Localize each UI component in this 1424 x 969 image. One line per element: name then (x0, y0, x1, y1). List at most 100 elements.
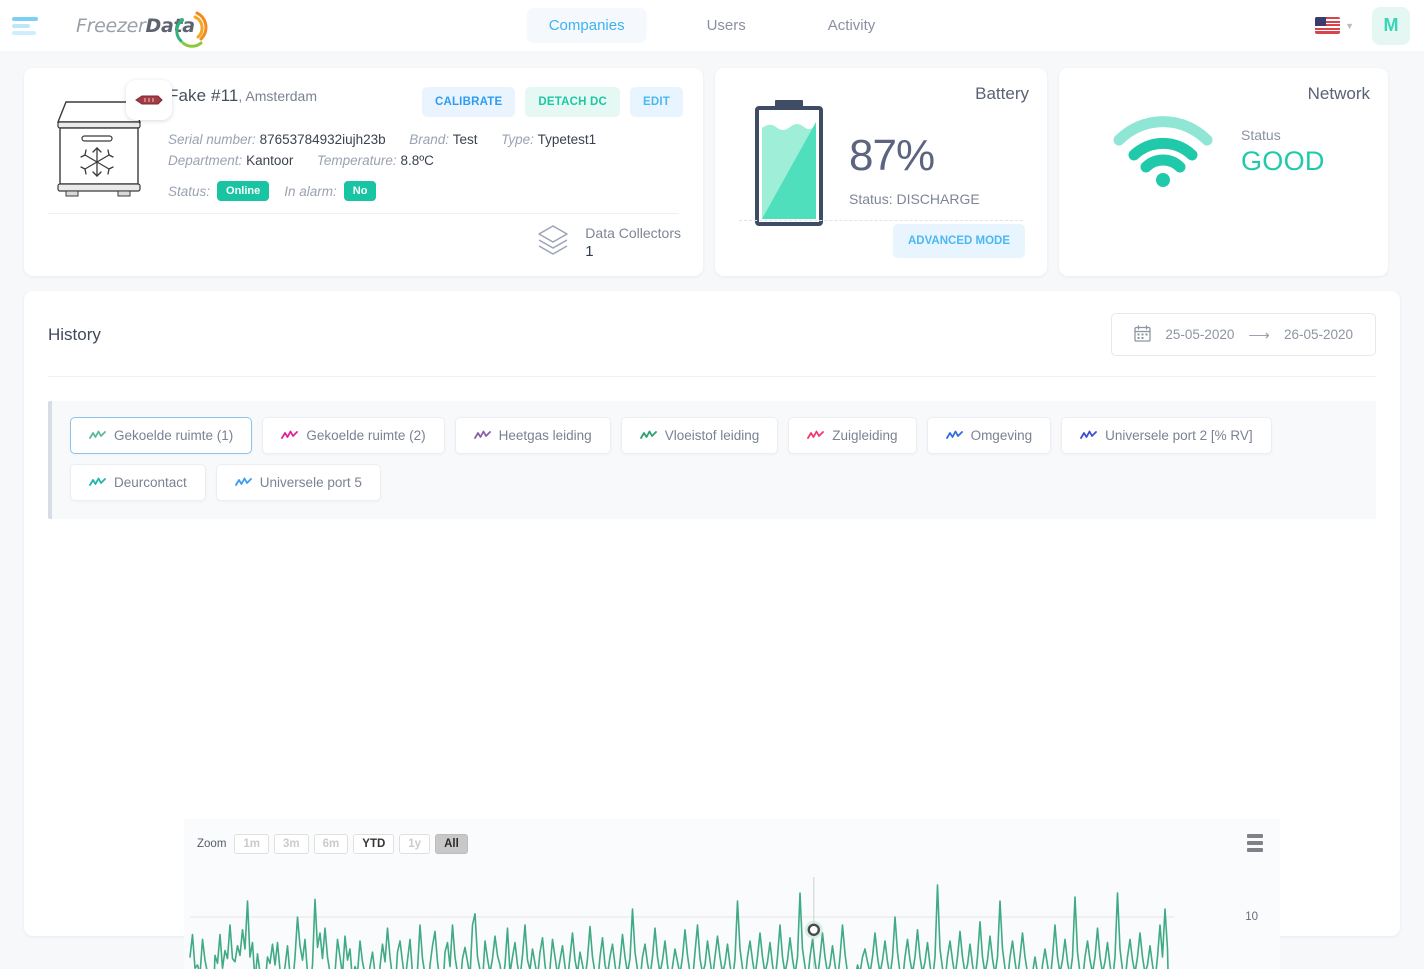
calendar-icon (1134, 324, 1152, 345)
brand-light-text: Freezer (76, 14, 146, 37)
card-divider (48, 213, 679, 214)
line-chart-icon (281, 430, 299, 441)
zoom-label: Zoom (197, 838, 227, 850)
network-status-label: Status (1241, 126, 1281, 143)
sensor-filter-label: Universele port 5 (259, 475, 362, 490)
sensor-filter-label: Deurcontact (114, 475, 187, 490)
department-value: Kantoor (246, 153, 294, 168)
battery-body: 87% Status: DISCHARGE (733, 98, 1029, 233)
chart-zoom-controls: Zoom 1m 3m 6m YTD 1y All (197, 834, 468, 854)
us-flag-icon (1315, 17, 1341, 34)
brand-value: Test (452, 132, 478, 147)
avatar[interactable]: M (1372, 6, 1410, 45)
device-title-row: Fake #11, Amsterdam CALIBRATE DETACH DC … (168, 86, 683, 117)
chart-y-tick-label: 10 (1245, 911, 1258, 923)
history-chart: Zoom 1m3m6mYTD1yAll 10987 Values 2020 05… (184, 819, 1280, 969)
sensor-filter-chip[interactable]: Deurcontact (70, 464, 206, 501)
line-chart-icon (1080, 430, 1097, 441)
history-header: History 25-05-2020 ⟶ 26-05-2020 (48, 313, 1376, 356)
status-label: Status: (168, 183, 211, 199)
serial-label: Serial number: (168, 132, 256, 147)
data-collectors-section: Data Collectors 1 (533, 220, 681, 265)
data-collectors-label: Data Collectors (585, 225, 681, 241)
line-chart-icon (234, 477, 252, 488)
nav-item-activity[interactable]: Activity (806, 8, 898, 43)
thermometer-badge-icon (126, 80, 172, 120)
battery-card: Battery 87% Status: DISCHARGE ADVANCED M… (715, 68, 1047, 276)
zoom-range-button[interactable]: All (435, 834, 468, 854)
nav-item-users[interactable]: Users (685, 8, 768, 43)
hamburger-line (12, 16, 38, 21)
hamburger-icon[interactable] (12, 16, 38, 35)
language-selector[interactable]: ▼ (1315, 17, 1354, 34)
nav-item-companies[interactable]: Companies (526, 8, 647, 43)
network-status-value: GOOD (1241, 145, 1325, 176)
data-collectors-count: 1 (585, 243, 594, 260)
zoom-range-button: 6m (313, 834, 349, 854)
sensor-filter-chip[interactable]: Heetgas leiding (454, 417, 611, 454)
sensor-filter-panel: Gekoelde ruimte (1) Gekoelde ruimte (2) He… (48, 401, 1376, 519)
date-from: 25-05-2020 (1165, 327, 1235, 342)
sensor-filter-label: Gekoelde ruimte (1) (114, 428, 234, 443)
data-collectors-text: Data Collectors 1 (585, 225, 681, 260)
line-chart-icon (807, 430, 825, 441)
alarm-badge: No (343, 181, 377, 201)
advanced-mode-button[interactable]: ADVANCED MODE (892, 224, 1025, 258)
sensor-filter-chip[interactable]: Gekoelde ruimte (2) (262, 417, 445, 454)
battery-icon (749, 98, 829, 233)
serial-value: 87653784932iujh23b (259, 132, 386, 147)
alarm-label: In alarm: (284, 183, 337, 199)
top-right-controls: ▼ M (1315, 6, 1410, 45)
line-chart-icon (945, 430, 963, 441)
network-body: Status GOOD (1077, 110, 1370, 193)
sensor-filter-label: Heetgas leiding (498, 428, 592, 443)
page-body: Fake #11, Amsterdam CALIBRATE DETACH DC … (0, 68, 1424, 969)
zoom-range-button[interactable]: YTD (353, 834, 395, 854)
device-details: Fake #11, Amsterdam CALIBRATE DETACH DC … (156, 86, 683, 205)
chart-svg (189, 877, 1174, 969)
line-chart-icon (639, 430, 657, 441)
sensor-filter-chip[interactable]: Omgeving (926, 417, 1052, 454)
calibrate-button[interactable]: CALIBRATE (421, 87, 516, 117)
sensor-filter-chip[interactable]: Vloeistof leiding (620, 417, 779, 454)
arrow-right-icon: ⟶ (1248, 326, 1270, 344)
main-nav: Companies Users Activity (526, 8, 898, 43)
detach-dc-button[interactable]: DETACH DC (525, 87, 620, 117)
zoom-range-button: 3m (274, 834, 309, 854)
status-badge: Online (217, 181, 270, 201)
zoom-range-button: 1y (399, 834, 431, 854)
layers-icon (533, 220, 573, 265)
wifi-icon (1113, 110, 1213, 193)
edit-button[interactable]: EDIT (630, 87, 683, 117)
department-label: Department: (168, 153, 243, 168)
temperature-value: 8.8ºC (400, 153, 434, 168)
device-action-buttons: CALIBRATE DETACH DC EDIT (421, 86, 683, 117)
sensor-filter-chip[interactable]: Universele port 2 [% RV] (1061, 417, 1272, 454)
sensor-filter-label: Zuigleiding (832, 428, 898, 443)
device-status-row: Status: Online In alarm: No (168, 181, 683, 201)
network-readout: Status GOOD (1241, 127, 1325, 177)
line-chart-icon (89, 477, 106, 488)
sensor-filter-label: Vloeistof leiding (664, 428, 760, 443)
network-title: Network (1307, 84, 1370, 103)
temperature-label: Temperature: (316, 153, 397, 168)
sensor-filter-chip[interactable]: Zuigleiding (788, 417, 917, 454)
metadata-line-1: Serial number: 87653784932iujh23b Brand:… (168, 129, 683, 150)
top-navigation-bar: FreezerData Companies Users Activity ▼ M (0, 0, 1424, 51)
brand-logo[interactable]: FreezerData (76, 11, 208, 48)
sensor-filter-chip[interactable]: Gekoelde ruimte (1) (70, 417, 253, 454)
chart-context-menu-icon[interactable] (1244, 831, 1266, 855)
summary-cards-row: Fake #11, Amsterdam CALIBRATE DETACH DC … (24, 68, 1400, 276)
sensor-filter-label: Omgeving (970, 428, 1033, 443)
device-info-card: Fake #11, Amsterdam CALIBRATE DETACH DC … (24, 68, 703, 276)
battery-card-divider (739, 220, 1023, 221)
sensor-filter-label: Universele port 2 [% RV] (1105, 428, 1253, 443)
date-range-picker[interactable]: 25-05-2020 ⟶ 26-05-2020 (1111, 313, 1376, 356)
sensor-filter-chip[interactable]: Universele port 5 (215, 464, 381, 501)
metadata-line-2: Department: Kantoor Temperature: 8.8ºC (168, 150, 683, 171)
hamburger-line (12, 30, 36, 35)
chevron-down-icon: ▼ (1345, 20, 1354, 31)
chart-plot-area: 10987 Values 2020 05-252020-05-25 03:002… (184, 867, 1280, 969)
zoom-range-button: 1m (234, 834, 270, 854)
line-chart-icon (473, 430, 491, 441)
